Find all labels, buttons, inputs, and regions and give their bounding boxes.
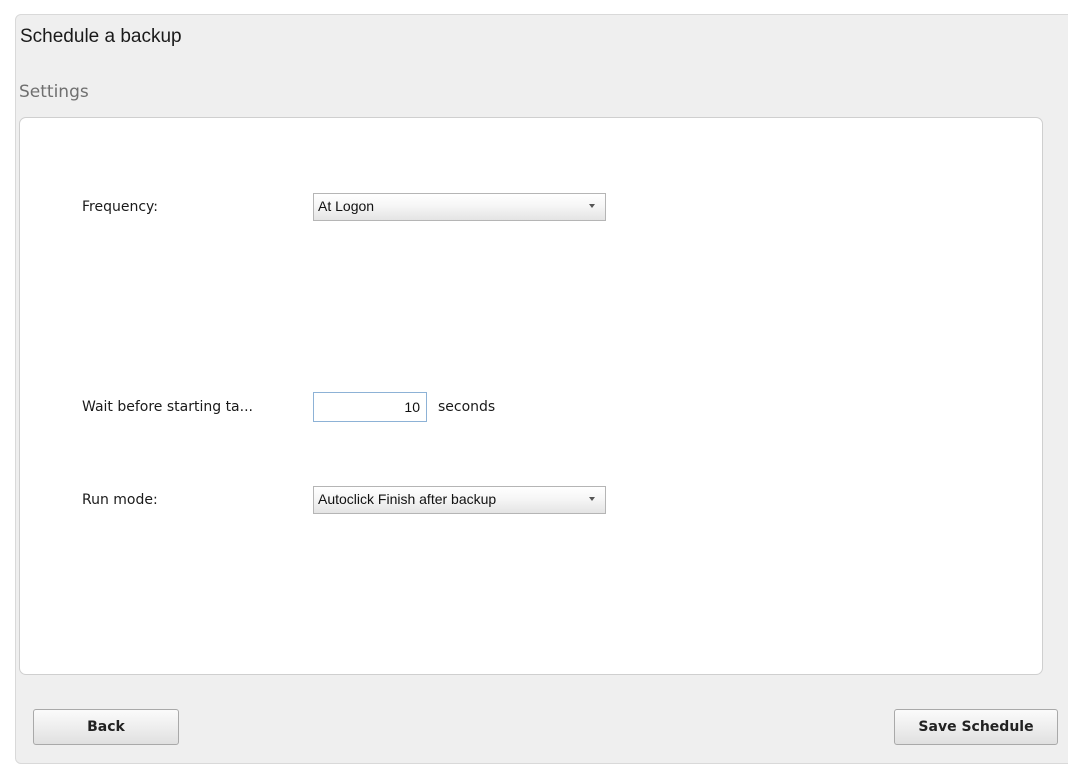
back-button[interactable]: Back bbox=[33, 709, 179, 745]
run-mode-value: Autoclick Finish after backup bbox=[318, 491, 497, 507]
run-mode-dropdown[interactable]: Autoclick Finish after backup bbox=[313, 486, 606, 514]
wait-label: Wait before starting ta... bbox=[82, 399, 253, 415]
frequency-value: At Logon bbox=[318, 198, 375, 214]
frequency-dropdown[interactable]: At Logon bbox=[313, 193, 606, 221]
settings-section-title: Settings bbox=[19, 82, 89, 102]
save-schedule-button[interactable]: Save Schedule bbox=[894, 709, 1058, 745]
seconds-unit-label: seconds bbox=[438, 399, 496, 415]
frequency-label: Frequency: bbox=[82, 199, 159, 215]
chevron-down-icon bbox=[589, 204, 595, 208]
chevron-down-icon bbox=[589, 497, 595, 501]
dialog-title: Schedule a backup bbox=[20, 26, 182, 47]
wait-seconds-input[interactable] bbox=[313, 392, 427, 422]
run-mode-label: Run mode: bbox=[82, 492, 158, 508]
